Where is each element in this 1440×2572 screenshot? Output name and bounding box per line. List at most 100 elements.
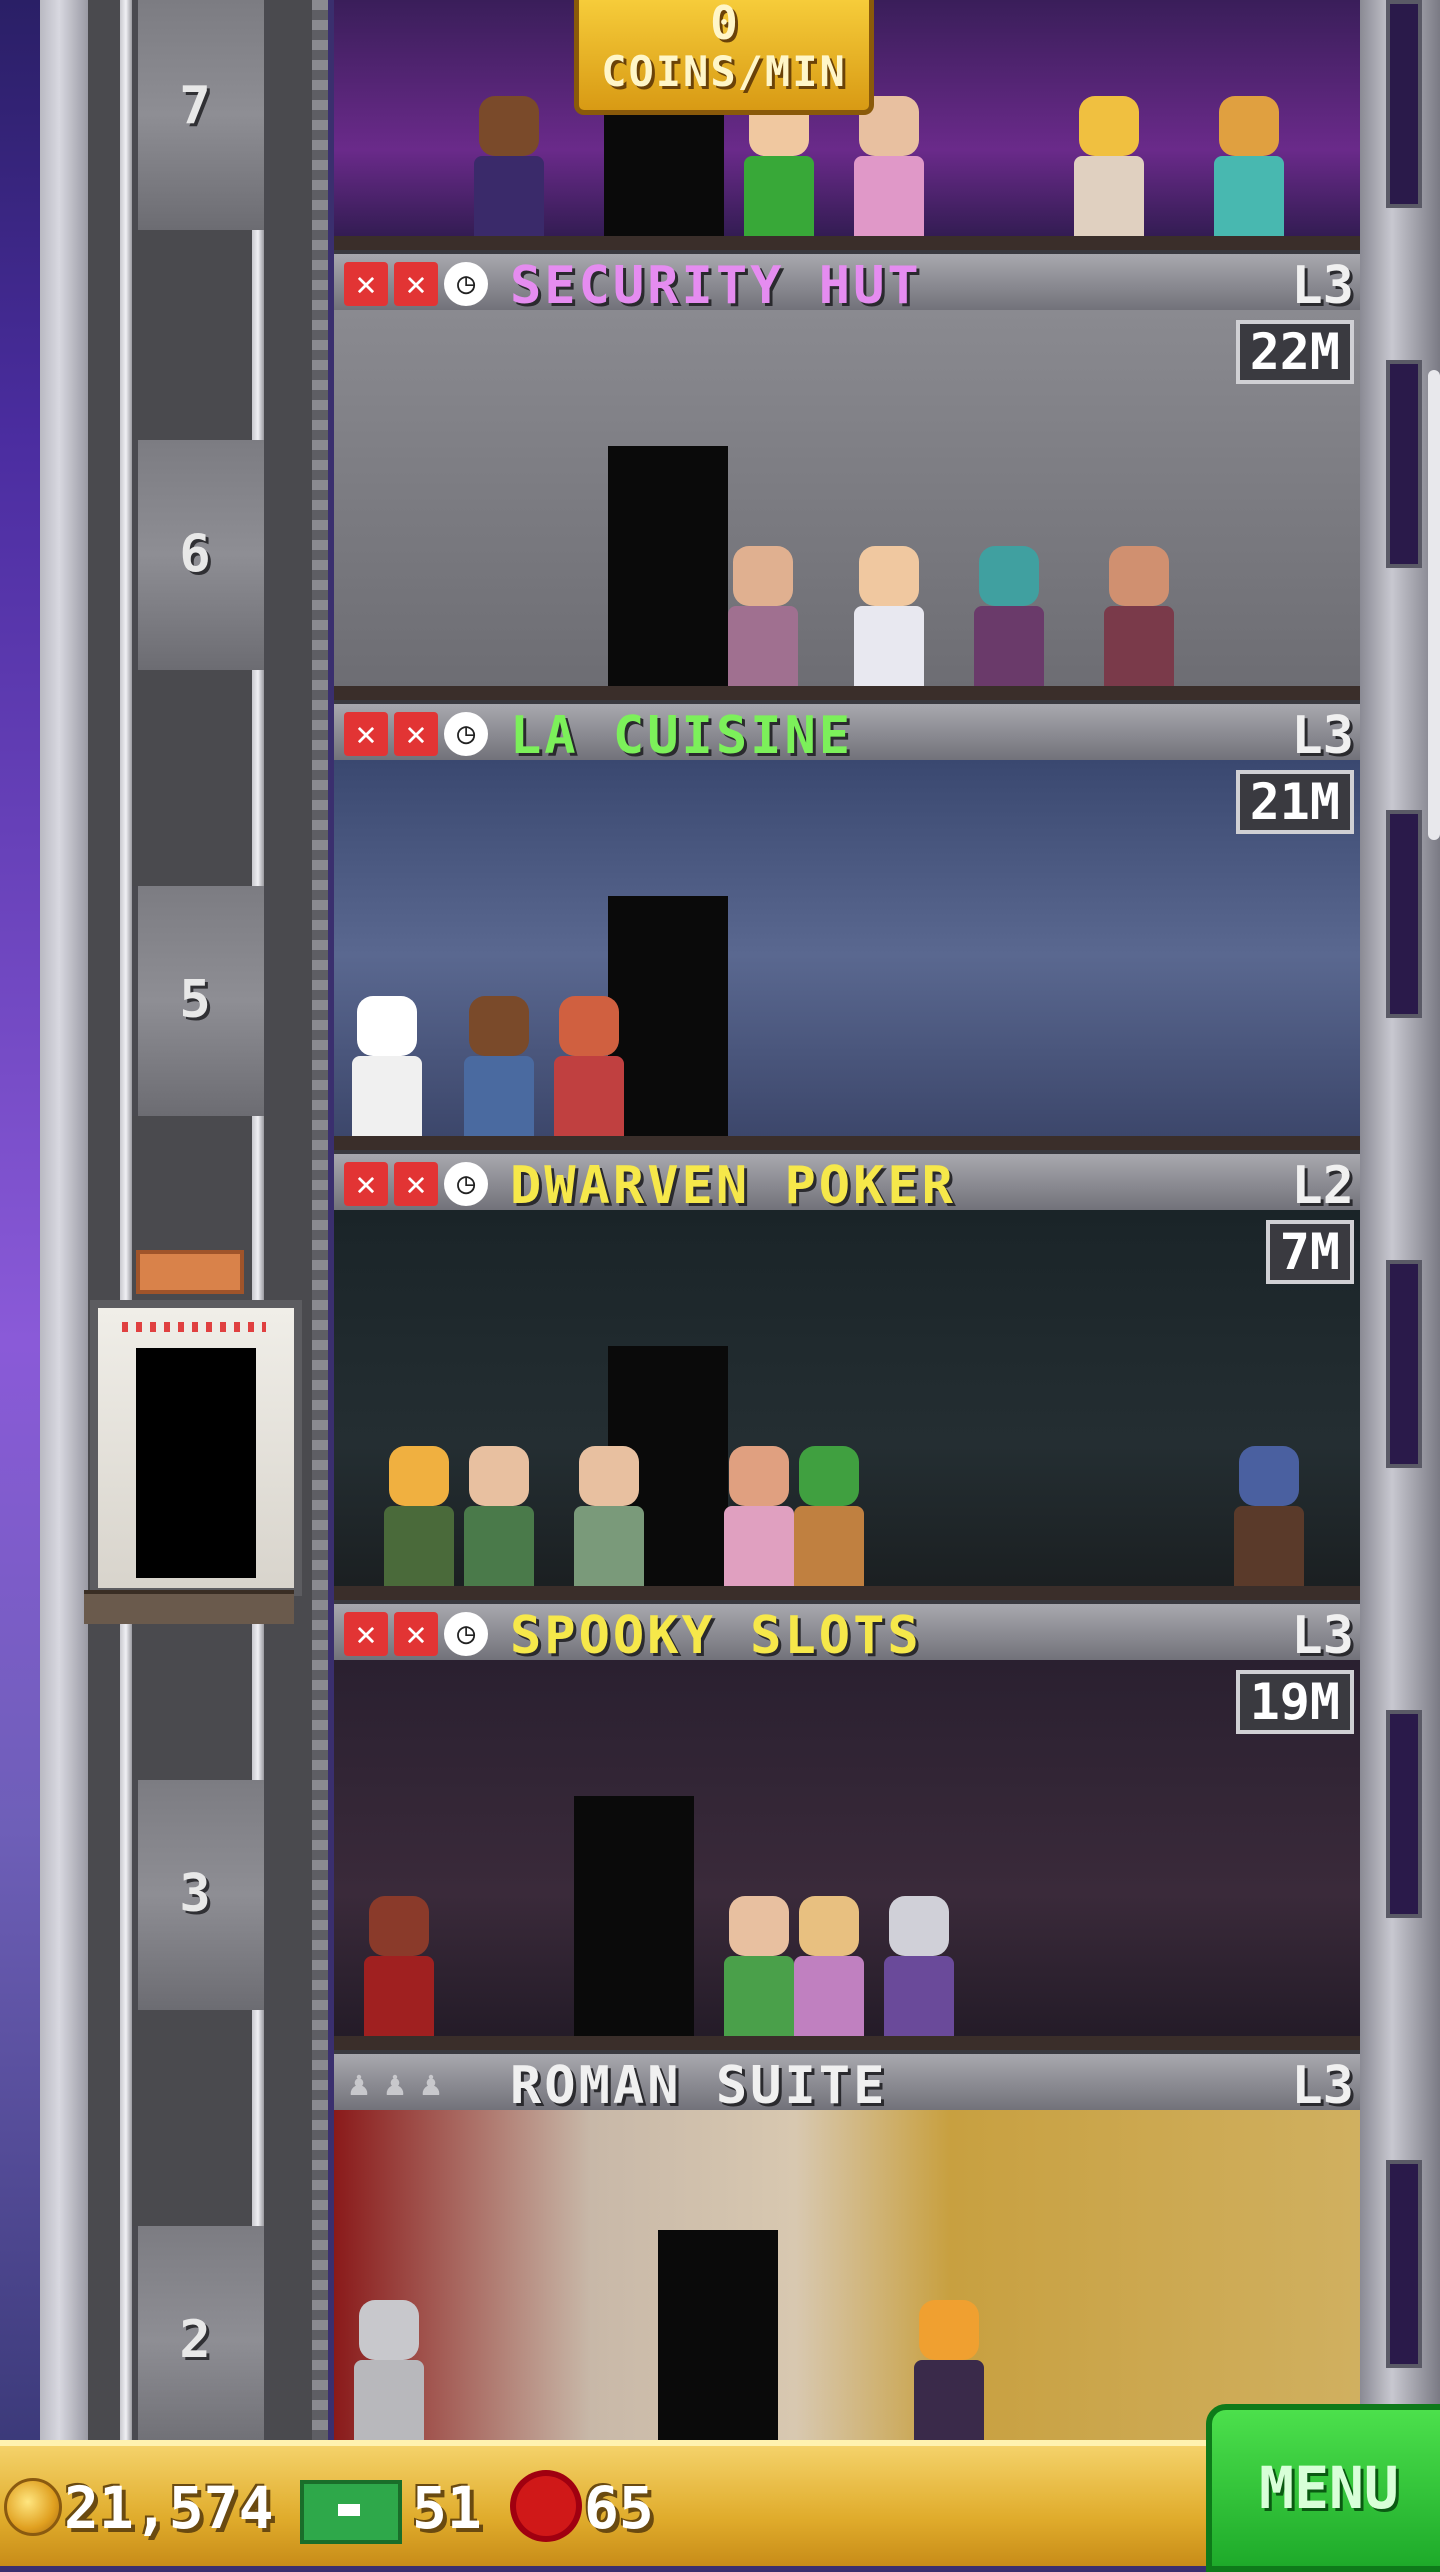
room-floor	[334, 1136, 1360, 1150]
bitizen[interactable]	[1234, 1446, 1304, 1586]
room-status-badges: ✕ ✕ ◷	[344, 262, 488, 306]
bitizen[interactable]	[794, 1896, 864, 2036]
coins-count: 21,574	[64, 2474, 274, 2542]
bitizen[interactable]	[744, 96, 814, 236]
floor-number-2: 2	[179, 2310, 211, 2370]
golden-ticket-icon[interactable]	[516, 2476, 576, 2536]
bux-icon[interactable]	[300, 2480, 402, 2544]
menu-button[interactable]: MENU	[1206, 2404, 1440, 2572]
room-level: L3	[1291, 706, 1354, 766]
clock-icon: ◷	[444, 1162, 488, 1206]
room-level: L2	[1291, 1156, 1354, 1216]
bitizen[interactable]	[974, 546, 1044, 686]
bitizen[interactable]	[914, 2300, 984, 2440]
bitizen[interactable]	[474, 96, 544, 236]
room-door	[604, 106, 724, 236]
empty-stock-x-icon: ✕	[344, 1612, 388, 1656]
elevator-car[interactable]	[84, 1250, 302, 1630]
room-scene: 22M	[334, 310, 1360, 700]
bitizen[interactable]	[554, 996, 624, 1136]
room-floor	[334, 2036, 1360, 2050]
room-dwarven-poker[interactable]: ✕ ✕ ◷ DWARVEN POKER L2 7M	[334, 1150, 1360, 1600]
room-roman-suite[interactable]: ♟ ♟ ♟ ROMAN SUITE L3	[334, 2050, 1360, 2440]
floor-number-6: 6	[179, 524, 211, 584]
bux-count: 51	[412, 2474, 482, 2542]
room-status-badges: ✕ ✕ ◷	[344, 1162, 488, 1206]
room-spooky-slots[interactable]: ✕ ✕ ◷ SPOOKY SLOTS L3 19M	[334, 1600, 1360, 2050]
room-header: ✕ ✕ ◷ LA CUISINE L3	[334, 700, 1360, 766]
room-security-hut[interactable]: ✕ ✕ ◷ SECURITY HUT L3 22M	[334, 250, 1360, 700]
coins-per-minute-unit: COINS/MIN	[601, 47, 847, 96]
room-name: SPOOKY SLOTS	[510, 1606, 922, 1666]
bitizen-statue	[354, 2300, 424, 2440]
tower-window	[1386, 2160, 1422, 2368]
empty-resident-icon: ♟	[384, 2064, 406, 2104]
tower-outer-wall	[40, 0, 88, 2440]
coins-per-minute-value: 0	[710, 0, 738, 50]
bitizen[interactable]	[384, 1446, 454, 1586]
bitizen[interactable]	[1104, 546, 1174, 686]
elevator-cabin	[90, 1300, 302, 1596]
shaft-rail-left	[120, 0, 132, 2440]
bitizen[interactable]	[728, 546, 798, 686]
room-header: ✕ ✕ ◷ DWARVEN POKER L2	[334, 1150, 1360, 1216]
clock-icon: ◷	[444, 262, 488, 306]
bitizen[interactable]	[854, 546, 924, 686]
bitizen[interactable]	[884, 1896, 954, 2036]
tower-window	[1386, 360, 1422, 568]
elevator-door	[136, 1348, 256, 1578]
room-stock: 21M	[1235, 770, 1354, 834]
bitizen[interactable]	[794, 1446, 864, 1586]
floor-number-7: 7	[179, 76, 211, 136]
elevator-base	[84, 1590, 294, 1624]
bitizen[interactable]	[854, 96, 924, 236]
bitizen[interactable]	[464, 1446, 534, 1586]
room-name: SECURITY HUT	[510, 256, 922, 316]
room-stock: 22M	[1235, 320, 1354, 384]
room-header: ♟ ♟ ♟ ROMAN SUITE L3	[334, 2050, 1360, 2116]
room-door	[658, 2230, 778, 2440]
tower-window	[1386, 1710, 1422, 1918]
elevator-cable	[312, 0, 328, 2440]
room-floor	[334, 686, 1360, 700]
floor-number-3: 3	[179, 1864, 211, 1924]
empty-stock-x-icon: ✕	[344, 712, 388, 756]
room-scene: 7M	[334, 1210, 1360, 1600]
room-level: L3	[1291, 2056, 1354, 2116]
empty-resident-icon: ♟	[348, 2064, 370, 2104]
bitizen[interactable]	[1074, 96, 1144, 236]
empty-stock-x-icon: ✕	[344, 262, 388, 306]
bitizen[interactable]	[352, 996, 422, 1136]
tower-window	[1386, 810, 1422, 1018]
room-scene: 19M	[334, 1660, 1360, 2050]
bitizen[interactable]	[1214, 96, 1284, 236]
room-door	[608, 896, 728, 1136]
tower-right-wall	[1360, 0, 1440, 2440]
night-sky	[0, 0, 40, 2440]
floor-number-5: 5	[179, 970, 211, 1030]
bitizen[interactable]	[574, 1446, 644, 1586]
room-occupancy: ♟ ♟ ♟	[344, 2062, 446, 2106]
room-status-badges: ✕ ✕ ◷	[344, 712, 488, 756]
room-door	[608, 446, 728, 686]
tower-window	[1386, 1260, 1422, 1468]
bitizen[interactable]	[364, 1896, 434, 2036]
coin-icon	[4, 2478, 62, 2536]
room-floor	[334, 236, 1360, 250]
elevator-shaft	[88, 0, 328, 2440]
room-door	[574, 1796, 694, 2036]
bitizen[interactable]	[724, 1446, 794, 1586]
scrollbar[interactable]	[1428, 370, 1440, 840]
room-la-cuisine[interactable]: ✕ ✕ ◷ LA CUISINE L3 21M	[334, 700, 1360, 1150]
room-scene	[334, 2110, 1360, 2440]
room-status-badges: ✕ ✕ ◷	[344, 1612, 488, 1656]
room-name: ROMAN SUITE	[510, 2056, 888, 2116]
room-level: L3	[1291, 256, 1354, 316]
bitizen[interactable]	[724, 1896, 794, 2036]
empty-stock-x-icon: ✕	[394, 262, 438, 306]
bitizen[interactable]	[464, 996, 534, 1136]
room-name: LA CUISINE	[510, 706, 854, 766]
room-header: ✕ ✕ ◷ SPOOKY SLOTS L3	[334, 1600, 1360, 1666]
empty-stock-x-icon: ✕	[344, 1162, 388, 1206]
room-floor	[334, 1586, 1360, 1600]
